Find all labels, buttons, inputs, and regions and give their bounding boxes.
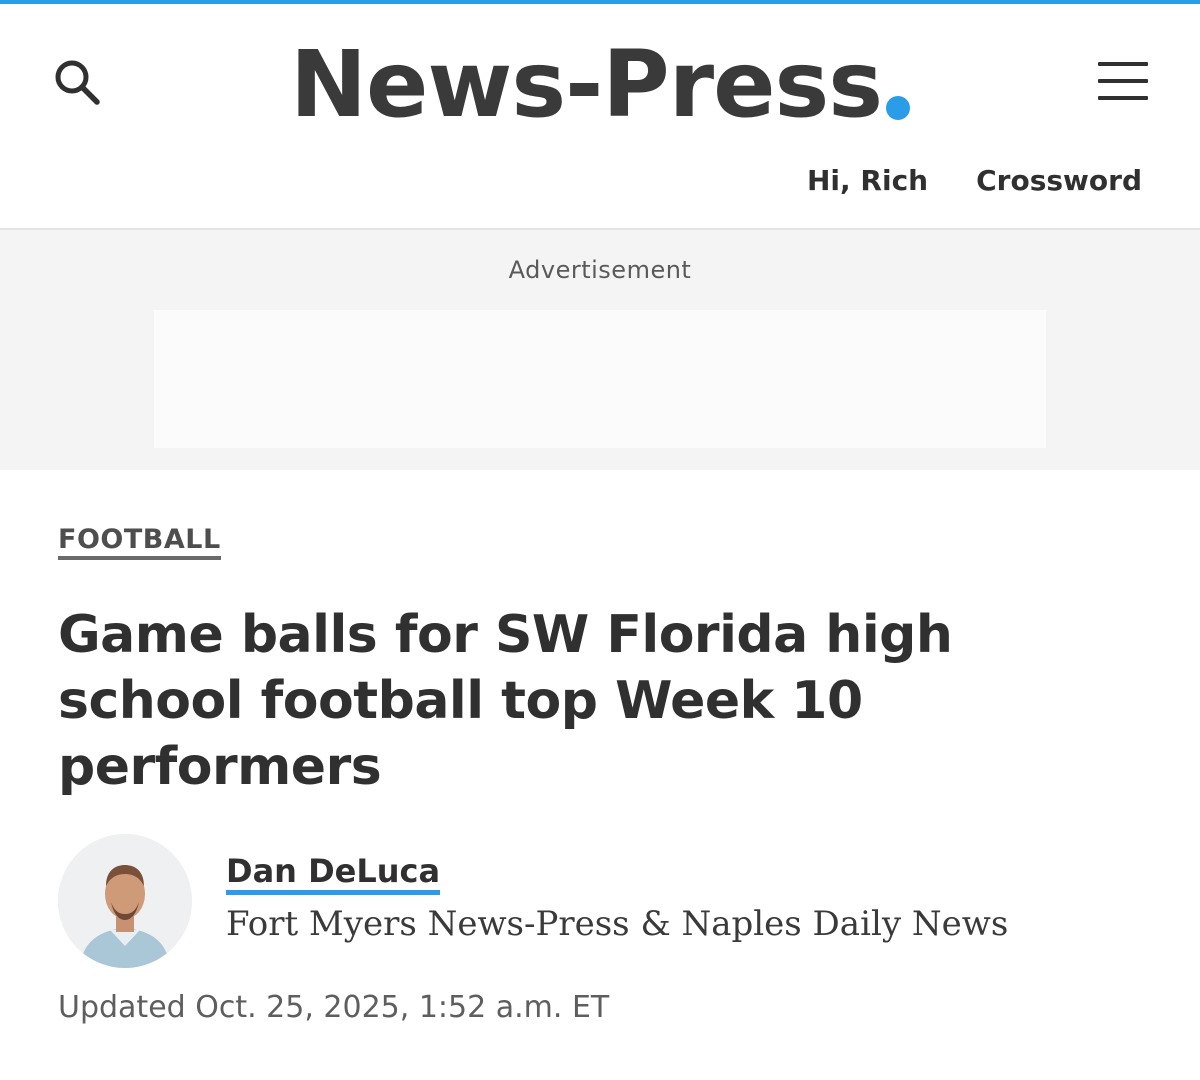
menu-button[interactable] bbox=[1098, 62, 1148, 100]
author-photo bbox=[58, 834, 192, 968]
article-header: FOOTBALL Game balls for SW Florida high … bbox=[0, 470, 1200, 1025]
site-logo-text: News-Press bbox=[289, 31, 883, 138]
user-links: Hi, Rich Crossword bbox=[807, 164, 1142, 197]
logo-dot-icon bbox=[886, 96, 911, 120]
site-header: News-Press Hi, Rich Crossword bbox=[0, 4, 1200, 230]
byline-text: Dan DeLuca Fort Myers News-Press & Naple… bbox=[226, 852, 1008, 944]
author-avatar[interactable] bbox=[58, 834, 192, 968]
account-greeting-link[interactable]: Hi, Rich bbox=[807, 164, 928, 197]
article-headline: Game balls for SW Florida high school fo… bbox=[58, 605, 953, 797]
section-link-football[interactable]: FOOTBALL bbox=[58, 524, 221, 560]
advertisement-section: Advertisement bbox=[0, 230, 1200, 470]
hamburger-menu-icon bbox=[1098, 62, 1148, 66]
site-logo[interactable]: News-Press bbox=[0, 30, 1200, 140]
advertisement-label: Advertisement bbox=[508, 256, 692, 284]
byline: Dan DeLuca Fort Myers News-Press & Naple… bbox=[58, 834, 1142, 968]
crossword-link[interactable]: Crossword bbox=[976, 164, 1142, 197]
author-affiliation: Fort Myers News-Press & Naples Daily New… bbox=[226, 904, 1009, 944]
advertisement-slot[interactable] bbox=[154, 310, 1046, 448]
author-name-link[interactable]: Dan DeLuca bbox=[226, 852, 441, 895]
updated-timestamp: Updated Oct. 25, 2025, 1:52 a.m. ET bbox=[58, 990, 610, 1025]
